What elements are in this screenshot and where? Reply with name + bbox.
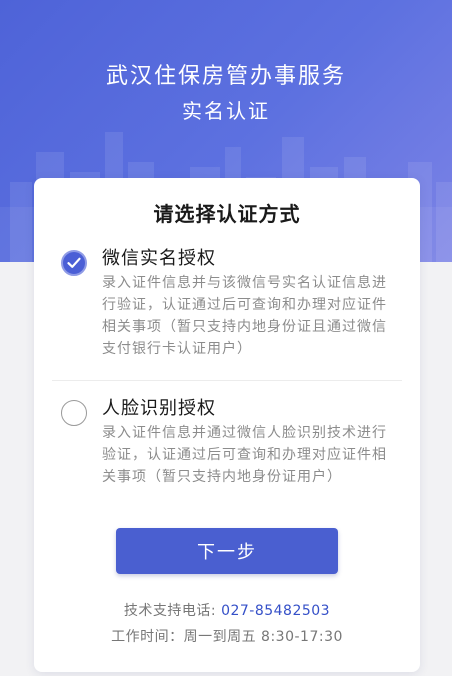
option-title: 人脸识别授权 — [102, 398, 216, 419]
page-title: 武汉住保房管办事服务 — [105, 64, 346, 89]
radio-selected[interactable] — [61, 250, 87, 276]
auth-method-card: 请选择认证方式 微信实名授权 录入证件信息并与该微信号实名认证信息进行验证，认证… — [34, 178, 420, 672]
next-button[interactable]: 下一步 — [116, 528, 338, 574]
support-label: 技术支持电话: — [123, 603, 222, 619]
divider — [52, 380, 402, 381]
card-title: 请选择认证方式 — [153, 202, 301, 226]
option-wechat-realname[interactable]: 微信实名授权 录入证件信息并与该微信号实名认证信息进行验证，认证通过后可查询和办… — [34, 238, 420, 368]
option-title: 微信实名授权 — [102, 248, 216, 269]
radio-unselected[interactable] — [61, 400, 87, 426]
support-phone-link[interactable]: 027-85482503 — [221, 603, 330, 619]
option-description: 录入证件信息并通过微信人脸识别技术进行验证，认证通过后可查询和办理对应证件相关事… — [102, 425, 387, 485]
option-face-recognition[interactable]: 人脸识别授权 录入证件信息并通过微信人脸识别技术进行验证，认证通过后可查询和办理… — [34, 388, 420, 508]
working-hours: 工作时间：周一到周五 8:30-17:30 — [111, 629, 343, 645]
option-description: 录入证件信息并与该微信号实名认证信息进行验证，认证通过后可查询和办理对应证件相关… — [102, 275, 387, 357]
checkmark-icon — [67, 257, 81, 268]
page-subtitle: 实名认证 — [182, 99, 270, 123]
support-line: 技术支持电话: 027-85482503 — [34, 600, 420, 620]
